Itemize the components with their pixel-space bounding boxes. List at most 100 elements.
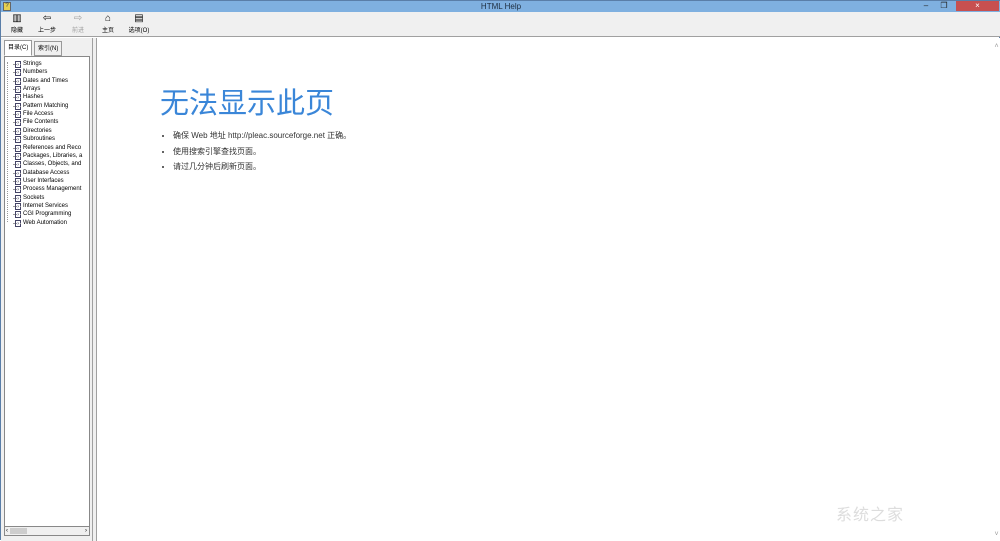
tree-item-label: Numbers: [23, 69, 48, 76]
tree-item[interactable]: ? Process Management: [12, 185, 82, 194]
scroll-thumb[interactable]: [10, 528, 27, 534]
toolbar: ▥ 隐藏 ⇦ 上一步 ⇨ 前进 ⌂ 主页 ▤ 选项(O): [1, 12, 1000, 37]
tree-item[interactable]: ? Arrays: [12, 85, 41, 94]
book-page-icon: ?: [15, 161, 21, 169]
tree-item-label: File Access: [23, 111, 54, 118]
tree-item-label: Subroutines: [23, 136, 56, 143]
tree-item-label: Hashes: [23, 94, 44, 101]
tree-item[interactable]: ? User Interfaces: [13, 177, 64, 185]
list-item: 使用搜索引擎查找页面。: [173, 146, 351, 162]
tree-item[interactable]: ? Numbers: [12, 68, 48, 77]
tree-item[interactable]: ? Internet Services: [12, 202, 69, 210]
tree-item-label: Classes, Objects, and: [23, 161, 82, 168]
book-page-icon: ?: [15, 186, 21, 194]
options-icon: ▤: [134, 13, 144, 24]
tree-item-label: Sockets: [23, 194, 45, 201]
book-page-icon: ?: [15, 127, 21, 135]
tree-item-label: Pattern Matching: [23, 102, 69, 109]
watermark-logo: 系统之家: [836, 507, 905, 524]
book-page-icon: ?: [15, 194, 21, 202]
horizontal-scrollbar[interactable]: ‹ ›: [4, 526, 90, 536]
title-bar: ? HTML Help – ❐ ×: [1, 1, 1000, 12]
close-button[interactable]: ×: [956, 1, 999, 11]
tree-item-label: CGI Programming: [23, 211, 72, 218]
hide-label: 隐藏: [10, 28, 23, 34]
back-arrow-icon: ⇦: [42, 13, 52, 24]
book-page-icon: ?: [15, 77, 21, 85]
tree-item-label: Process Management: [23, 186, 82, 193]
tree-item-label: References and Reco: [23, 144, 82, 151]
book-page-icon: ?: [15, 102, 21, 110]
book-page-icon: ?: [15, 69, 21, 77]
home-button[interactable]: ⌂ 主页: [93, 13, 123, 34]
options-button[interactable]: ▤ 选项(O): [123, 13, 155, 34]
forward-button[interactable]: ⇨ 前进: [63, 13, 93, 34]
minimize-button[interactable]: –: [919, 1, 933, 11]
tree-item[interactable]: ? Hashes: [12, 93, 44, 102]
tab-contents[interactable]: 目录(C): [4, 40, 33, 56]
book-page-icon: ?: [15, 86, 21, 94]
tree-item-label: Packages, Libraries, a: [23, 152, 83, 159]
tree-item[interactable]: ? Web Automation: [13, 219, 67, 227]
tree-item-label: Arrays: [23, 86, 41, 93]
tree-item-label: Dates and Times: [23, 77, 69, 84]
tree-item[interactable]: ? Packages, Libraries, a: [12, 152, 83, 160]
book-page-icon: ?: [15, 144, 21, 152]
hide-button[interactable]: ▥ 隐藏: [2, 13, 32, 34]
home-label: 主页: [101, 28, 114, 34]
navigation-pane: 目录(C) 索引(N) ? Strings? Numbers? Dates and T…: [1, 38, 94, 541]
book-page-icon: ?: [15, 177, 21, 185]
scroll-up-icon[interactable]: ˄: [993, 43, 1000, 50]
suggestion-list: 确保 Web 地址 http://pleac.sourceforge.net 正…: [173, 130, 351, 177]
tree-item[interactable]: ? File Access: [12, 110, 54, 119]
tree-item[interactable]: ? Directories: [13, 127, 52, 135]
tree-item[interactable]: ? Database Access: [12, 169, 70, 177]
scroll-down-icon[interactable]: ˅: [993, 531, 1000, 538]
restore-button[interactable]: ❐: [936, 1, 952, 11]
tree-item[interactable]: ? Pattern Matching: [12, 102, 69, 110]
tree-line: [7, 62, 8, 222]
tree-item[interactable]: ? Subroutines: [12, 135, 56, 144]
tree-item-label: Strings: [23, 61, 42, 67]
list-item: 确保 Web 地址 http://pleac.sourceforge.net 正…: [173, 130, 351, 146]
help-app-icon: ?: [3, 2, 11, 11]
contents-tree: ? Strings? Numbers? Dates and Times? Arrays?…: [4, 56, 90, 534]
tree-item[interactable]: ? File Contents: [12, 118, 59, 127]
home-icon: ⌂: [104, 13, 112, 24]
book-page-icon: ?: [15, 136, 21, 144]
scroll-right-icon[interactable]: ›: [85, 527, 87, 535]
book-page-icon: ?: [15, 94, 21, 102]
hide-pane-icon: ▥: [12, 13, 22, 24]
book-page-icon: ?: [15, 202, 21, 210]
forward-arrow-icon: ⇨: [73, 13, 83, 24]
tree-item[interactable]: ? References and Reco: [12, 144, 82, 152]
options-label: 选项(O): [128, 28, 150, 34]
tree-item-label: Internet Services: [23, 202, 69, 209]
tree-item[interactable]: ? Dates and Times: [12, 77, 69, 85]
tree-item-label: Web Automation: [23, 219, 67, 226]
tree-item[interactable]: ? CGI Programming: [12, 210, 72, 219]
book-page-icon: ?: [15, 219, 21, 227]
scroll-left-icon[interactable]: ‹: [6, 527, 8, 535]
tree-item-label: Directories: [23, 127, 52, 134]
forward-label: 前进: [71, 28, 84, 34]
tab-index[interactable]: 索引(N): [34, 41, 63, 56]
back-button[interactable]: ⇦ 上一步: [32, 13, 62, 34]
tree-item-label: File Contents: [23, 119, 59, 126]
book-page-icon: ?: [15, 169, 21, 177]
book-page-icon: ?: [15, 152, 21, 160]
tree-item[interactable]: ? Classes, Objects, and: [12, 160, 82, 169]
window-title: HTML Help: [480, 2, 522, 11]
book-page-icon: ?: [15, 119, 21, 127]
vertical-scrollbar[interactable]: ˄ ˅: [993, 38, 1000, 540]
content-pane: 无法显示此页 确保 Web 地址 http://pleac.sourceforg…: [97, 38, 993, 540]
page-heading: 无法显示此页: [160, 88, 335, 120]
book-page-icon: ?: [15, 111, 21, 119]
tree-item[interactable]: ? Strings: [13, 60, 42, 68]
book-page-icon: ?: [15, 211, 21, 219]
tree-item[interactable]: ? Sockets: [12, 194, 45, 202]
back-label: 上一步: [37, 28, 56, 34]
tree-item-label: Database Access: [23, 169, 70, 176]
book-page-icon: ?: [15, 61, 21, 68]
list-item: 请过几分钟后刷新页面。: [173, 161, 351, 177]
